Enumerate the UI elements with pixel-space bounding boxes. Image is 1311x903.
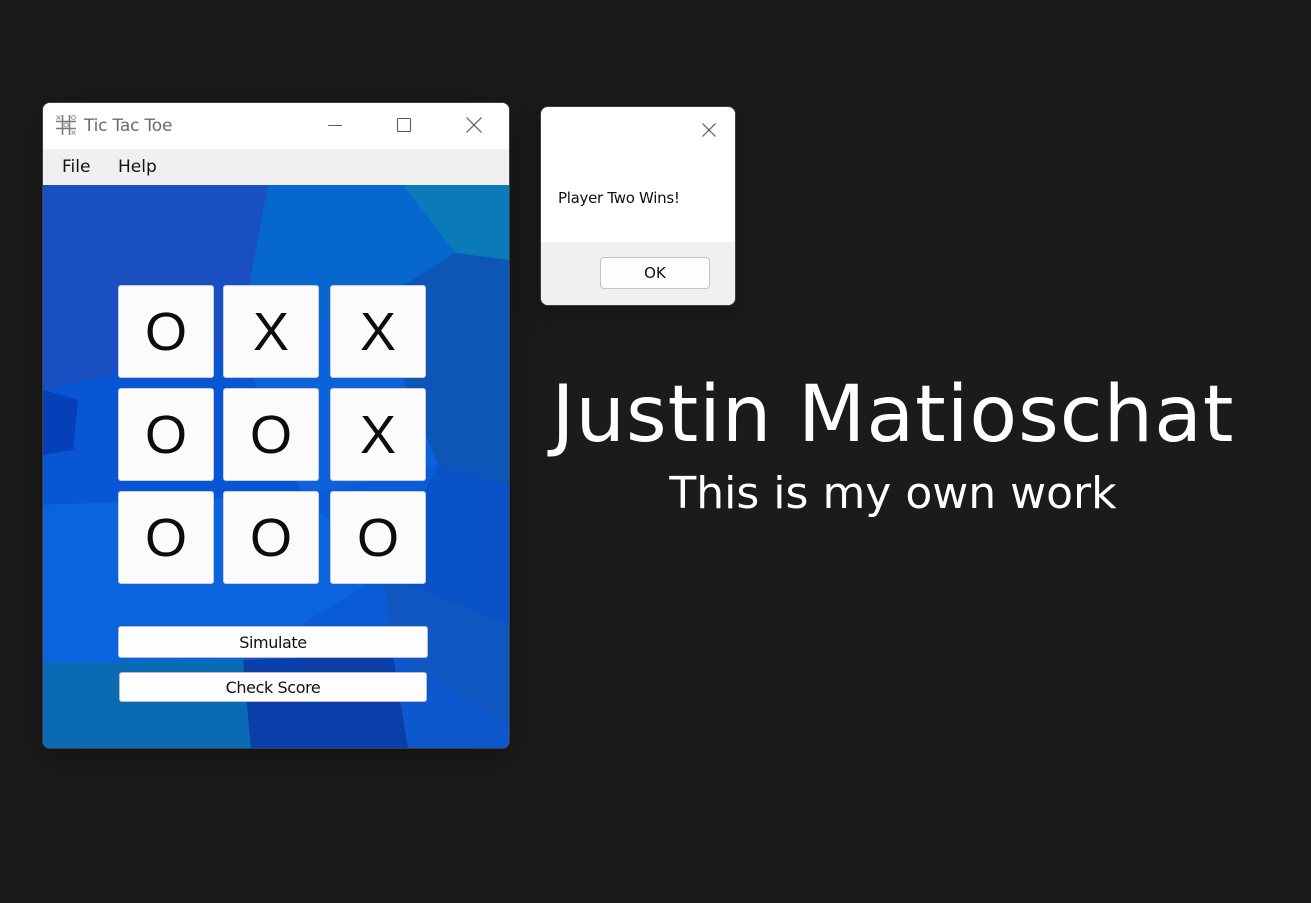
- title-bar[interactable]: Tic Tac Toe: [43, 103, 509, 149]
- author-statement: This is my own work: [669, 468, 1117, 519]
- board-cell-3[interactable]: X: [330, 285, 426, 378]
- board-cell-8[interactable]: O: [223, 491, 319, 584]
- maximize-button[interactable]: [374, 103, 434, 147]
- board-cell-1[interactable]: O: [118, 285, 214, 378]
- menu-bar: File Help: [43, 149, 509, 185]
- ok-button[interactable]: OK: [600, 257, 710, 289]
- minimize-icon: [328, 125, 342, 126]
- close-icon: [702, 123, 716, 137]
- maximize-icon: [396, 117, 412, 133]
- dialog-close-button[interactable]: [691, 115, 727, 145]
- board-cell-5[interactable]: O: [223, 388, 319, 481]
- tic-tac-toe-window: Tic Tac Toe File Help O X X O O X O O O …: [42, 102, 510, 749]
- board-cell-9[interactable]: O: [330, 491, 426, 584]
- dialog-message: Player Two Wins!: [558, 189, 680, 207]
- tic-tac-toe-grid-icon: [56, 115, 76, 135]
- board-cell-7[interactable]: O: [118, 491, 214, 584]
- minimize-button[interactable]: [305, 103, 365, 147]
- window-title: Tic Tac Toe: [84, 116, 173, 136]
- result-dialog: Player Two Wins! OK: [540, 106, 736, 306]
- close-button[interactable]: [444, 103, 504, 147]
- game-area: O X X O O X O O O Simulate Check Score: [43, 185, 509, 748]
- simulate-button[interactable]: Simulate: [118, 626, 428, 658]
- close-icon: [466, 117, 482, 133]
- menu-help[interactable]: Help: [118, 157, 157, 177]
- dialog-footer: OK: [541, 242, 735, 305]
- check-score-button[interactable]: Check Score: [119, 672, 427, 702]
- board-cell-6[interactable]: X: [330, 388, 426, 481]
- menu-file[interactable]: File: [62, 157, 90, 177]
- author-name: Justin Matioschat: [551, 370, 1235, 460]
- board-cell-4[interactable]: O: [118, 388, 214, 481]
- board-cell-2[interactable]: X: [223, 285, 319, 378]
